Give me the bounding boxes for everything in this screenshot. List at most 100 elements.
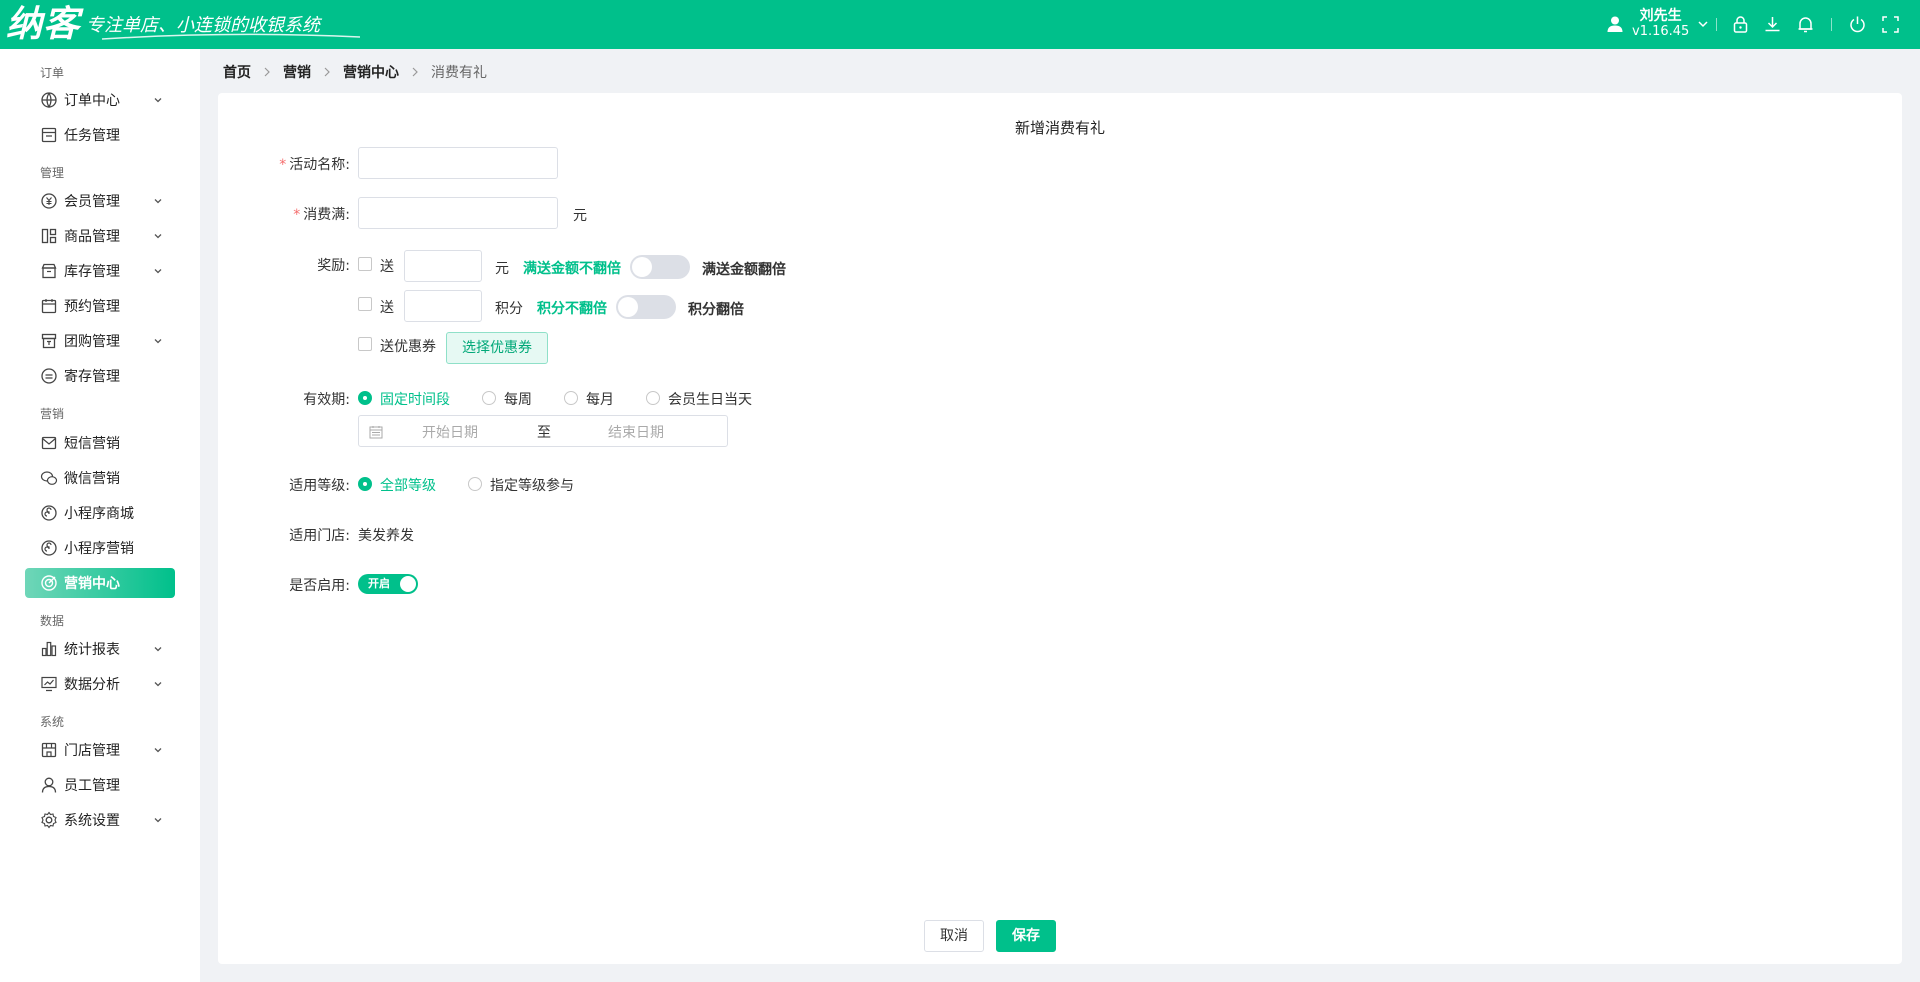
chevron-down-icon [154, 682, 162, 687]
monitor-chart-icon [41, 676, 57, 692]
level-option-all[interactable]: 全部等级 [380, 475, 436, 495]
cancel-button[interactable]: 取消 [924, 920, 984, 952]
sidebar-item-reports[interactable]: 统计报表 [25, 634, 175, 664]
activity-name-label-text: 活动名称: [289, 157, 350, 173]
header-divider [1831, 18, 1832, 31]
sidebar-item-label: 商品管理 [64, 229, 120, 245]
sidebar-item-settings[interactable]: 系统设置 [25, 805, 175, 835]
member-icon [41, 193, 57, 209]
top-header: 纳客 专注单店、小连锁的收银系统 刘先生 v1.16.45 [0, 0, 1920, 49]
sms-icon [41, 436, 57, 450]
sidebar-item-goods[interactable]: 商品管理 [25, 221, 175, 251]
sidebar-item-inventory[interactable]: 库存管理 [25, 256, 175, 286]
calendar-icon [41, 299, 57, 314]
date-range-picker[interactable]: 开始日期 至 结束日期 [358, 415, 728, 447]
sidebar-item-label: 任务管理 [64, 128, 120, 144]
chevron-down-icon [154, 647, 162, 652]
sidebar: 订单 订单中心 任务管理 管理 会员管理 商品管理 库存管理 预约管理 团购管理… [0, 49, 200, 982]
sidebar-item-mini-marketing[interactable]: 小程序营销 [25, 533, 175, 563]
sidebar-item-label: 寄存管理 [64, 369, 120, 385]
reward-points-prefix: 送 [380, 300, 394, 316]
reward-cash-checkbox[interactable] [358, 257, 372, 271]
activity-name-label: * 活动名称: [218, 154, 350, 174]
min-spend-label-text: 消费满: [303, 207, 350, 223]
date-range-separator: 至 [537, 425, 551, 441]
reward-points-input[interactable] [404, 290, 482, 322]
reward-points-checkbox[interactable] [358, 297, 372, 311]
validity-radio-birthday[interactable] [646, 391, 660, 405]
sidebar-item-label: 系统设置 [64, 813, 120, 829]
validity-option-fixed[interactable]: 固定时间段 [380, 389, 450, 409]
switch-knob [632, 257, 652, 277]
validity-option-weekly[interactable]: 每周 [504, 389, 532, 409]
sidebar-item-task[interactable]: 任务管理 [25, 120, 175, 150]
breadcrumb-current: 消费有礼 [431, 65, 487, 81]
sidebar-item-sms[interactable]: 短信营销 [25, 428, 175, 458]
end-date-placeholder[interactable]: 结束日期 [608, 422, 664, 442]
switch-knob [618, 297, 638, 317]
mini-program-icon [41, 505, 57, 521]
reward-coupon-checkbox[interactable] [358, 337, 372, 351]
sidebar-item-label: 会员管理 [64, 194, 120, 210]
start-date-placeholder[interactable]: 开始日期 [422, 422, 478, 442]
globe-icon [41, 92, 57, 109]
validity-radio-weekly[interactable] [482, 391, 496, 405]
validity-label: 有效期: [303, 392, 350, 408]
validity-radio-monthly[interactable] [564, 391, 578, 405]
breadcrumb: 首页 营销 营销中心 消费有礼 [223, 62, 487, 82]
sidebar-group-label: 营销 [40, 407, 65, 421]
sidebar-item-mini-mall[interactable]: 小程序商城 [25, 498, 175, 528]
reward-cash-multiplier-switch[interactable] [630, 255, 690, 279]
level-option-specified[interactable]: 指定等级参与 [490, 475, 574, 495]
sidebar-item-label: 小程序商城 [64, 506, 134, 522]
fullscreen-icon[interactable] [1881, 15, 1900, 34]
sidebar-item-wechat[interactable]: 微信营销 [25, 463, 175, 493]
sidebar-item-order-center[interactable]: 订单中心 [25, 85, 175, 115]
lock-icon[interactable] [1731, 15, 1750, 34]
validity-radio-fixed[interactable] [358, 391, 372, 405]
select-coupon-button[interactable]: 选择优惠券 [446, 332, 548, 364]
user-menu[interactable]: 刘先生 v1.16.45 [1606, 6, 1709, 42]
level-label: 适用等级: [289, 478, 350, 494]
bar-chart-icon [41, 641, 57, 657]
level-radio-all[interactable] [358, 477, 372, 491]
reward-label: 奖励: [317, 258, 350, 274]
reward-points-multiplier-on-label: 积分翻倍 [688, 302, 744, 318]
reward-cash-multiplier-on-label: 满送金额翻倍 [702, 262, 786, 278]
min-spend-input[interactable] [358, 197, 558, 229]
validity-option-birthday[interactable]: 会员生日当天 [668, 389, 752, 409]
breadcrumb-marketing[interactable]: 营销 [283, 62, 311, 82]
breadcrumb-home[interactable]: 首页 [223, 62, 251, 82]
sidebar-item-reservation[interactable]: 预约管理 [25, 291, 175, 321]
sidebar-item-analytics[interactable]: 数据分析 [25, 669, 175, 699]
chevron-down-icon [154, 339, 162, 344]
sidebar-item-label: 统计报表 [64, 642, 120, 658]
bell-icon[interactable] [1796, 15, 1815, 34]
enabled-switch[interactable]: 开启 [358, 574, 418, 594]
level-radio-specified[interactable] [468, 477, 482, 491]
sidebar-item-member[interactable]: 会员管理 [25, 186, 175, 216]
reward-coupon-label: 送优惠券 [380, 339, 436, 355]
required-mark: * [279, 157, 287, 173]
breadcrumb-marketing-center[interactable]: 营销中心 [343, 62, 399, 82]
download-icon[interactable] [1763, 15, 1782, 34]
sidebar-item-staff[interactable]: 员工管理 [25, 770, 175, 800]
sidebar-item-marketing-center[interactable]: 营销中心 [25, 568, 175, 598]
reward-points-multiplier-switch[interactable] [616, 295, 676, 319]
sidebar-item-deposit[interactable]: 寄存管理 [25, 361, 175, 391]
chevron-right-icon [412, 67, 418, 77]
sidebar-item-group-buy[interactable]: 团购管理 [25, 326, 175, 356]
sidebar-item-store[interactable]: 门店管理 [25, 735, 175, 765]
sidebar-item-label: 营销中心 [64, 576, 120, 592]
activity-name-input[interactable] [358, 147, 558, 179]
store-value: 美发养发 [358, 528, 414, 544]
power-icon[interactable] [1848, 15, 1867, 34]
validity-option-monthly[interactable]: 每月 [586, 389, 614, 409]
reward-cash-input[interactable] [404, 250, 482, 282]
enabled-label: 是否启用: [289, 578, 350, 594]
gear-icon [41, 811, 57, 829]
staff-icon [41, 777, 57, 793]
save-button[interactable]: 保存 [996, 920, 1056, 952]
user-info: 刘先生 v1.16.45 [1632, 8, 1689, 40]
goods-icon [41, 228, 57, 244]
